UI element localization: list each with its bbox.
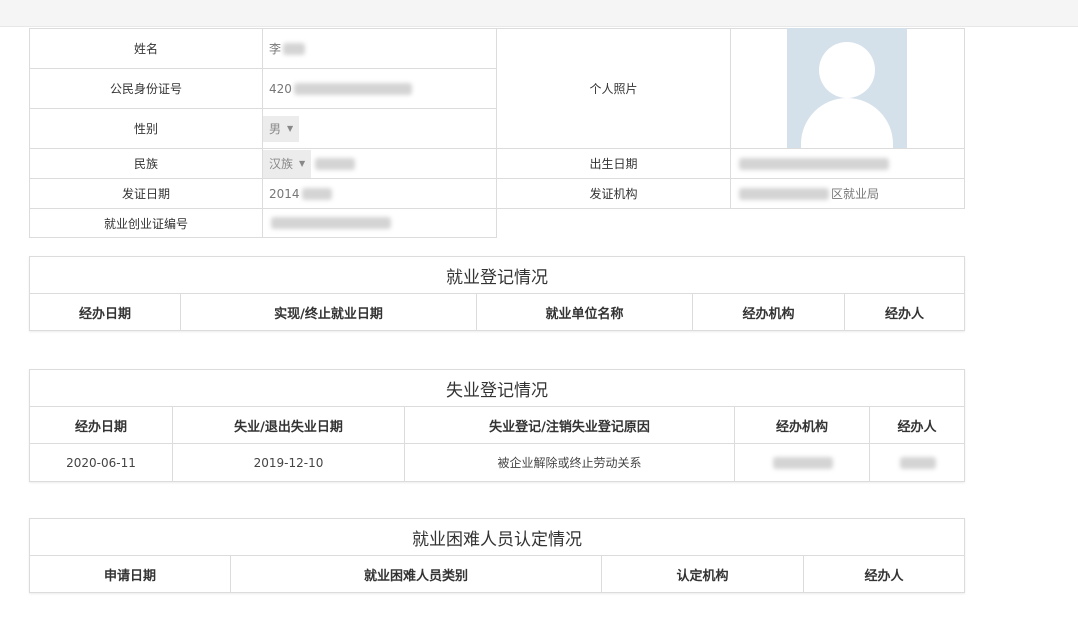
cert-number-label-text: 就业创业证编号 <box>103 216 188 231</box>
gender-label-text: 性别 <box>133 122 158 136</box>
chevron-down-icon: ▼ <box>287 124 294 133</box>
issue-date-value: 2014 <box>269 186 300 201</box>
ethnicity-cell: 汉族 ▼ <box>262 148 497 179</box>
reason-cell: 被企业解除或终止劳动关系 <box>405 444 735 481</box>
redacted-mark <box>315 157 356 170</box>
name-value: 李 <box>269 42 282 56</box>
column-header: 失业/退出失业日期 <box>173 407 405 443</box>
gender-label: 性别 <box>29 108 263 149</box>
name-field[interactable]: 李 <box>262 28 497 69</box>
column-header: 就业单位名称 <box>477 294 693 330</box>
redacted-mark <box>293 82 412 95</box>
redacted-mark <box>739 187 829 200</box>
redacted-mark <box>773 456 833 469</box>
issue-date-field[interactable]: 2014 <box>262 178 497 209</box>
ethnicity-label: 民族 <box>29 148 263 179</box>
issuer-label-text: 发证机构 <box>589 187 638 201</box>
id-number-label-text: 公民身份证号 <box>109 82 182 96</box>
section-title: 失业登记情况 <box>30 370 964 407</box>
name-label-text: 姓名 <box>133 42 158 56</box>
gender-cell: 男 ▼ <box>262 108 497 149</box>
avatar-head <box>819 42 875 98</box>
issue-date-label-text: 发证日期 <box>121 187 170 201</box>
issue-date-label: 发证日期 <box>29 178 263 209</box>
column-header: 经办日期 <box>30 294 181 330</box>
photo-label-text: 个人照片 <box>589 82 638 96</box>
handler-cell <box>870 444 964 481</box>
redacted-mark <box>301 187 332 200</box>
table-row[interactable]: 2020-06-11 2019-12-10 被企业解除或终止劳动关系 <box>30 443 964 481</box>
birth-date-label: 出生日期 <box>496 148 731 179</box>
chevron-down-icon: ▼ <box>299 159 306 168</box>
agency-cell <box>735 444 870 481</box>
id-number-field[interactable]: 420 <box>262 68 497 109</box>
avatar-body <box>801 98 893 149</box>
redacted-mark <box>739 157 889 170</box>
id-number-label: 公民身份证号 <box>29 68 263 109</box>
birth-date-field[interactable] <box>730 148 965 179</box>
column-header: 认定机构 <box>602 556 804 592</box>
table-header-row: 经办日期 实现/终止就业日期 就业单位名称 经办机构 经办人 <box>30 294 964 330</box>
redacted-mark <box>283 42 306 55</box>
ethnicity-label-text: 民族 <box>133 157 158 171</box>
column-header: 经办日期 <box>30 407 173 443</box>
issuer-label: 发证机构 <box>496 178 731 209</box>
unemployment-registration-section: 失业登记情况 经办日期 失业/退出失业日期 失业登记/注销失业登记原因 经办机构… <box>29 369 965 482</box>
section-title: 就业困难人员认定情况 <box>30 519 964 556</box>
cert-number-field[interactable] <box>262 208 497 238</box>
section-title: 就业登记情况 <box>30 257 964 294</box>
issuer-field[interactable]: 区就业局 <box>730 178 965 209</box>
birth-date-label-text: 出生日期 <box>589 157 638 171</box>
column-header: 申请日期 <box>30 556 231 592</box>
cert-number-label: 就业创业证编号 <box>29 208 263 238</box>
employment-difficulty-section: 就业困难人员认定情况 申请日期 就业困难人员类别 认定机构 经办人 <box>29 518 965 593</box>
column-header: 经办人 <box>884 306 924 322</box>
table-header-row: 申请日期 就业困难人员类别 认定机构 经办人 <box>30 556 964 592</box>
ethnicity-value: 汉族 <box>269 157 294 171</box>
column-header: 经办机构 <box>735 407 870 443</box>
unemployment-date-cell: 2019-12-10 <box>173 444 405 481</box>
redacted-mark <box>271 217 391 229</box>
top-bar <box>0 0 1078 27</box>
column-header: 经办机构 <box>693 294 845 330</box>
name-label: 姓名 <box>29 28 263 69</box>
ethnicity-select[interactable]: 汉族 ▼ <box>263 149 312 178</box>
gender-value: 男 <box>269 122 282 136</box>
handling-date-cell: 2020-06-11 <box>30 444 173 481</box>
personal-info-grid: 姓名 李 公民身份证号 420 性别 男 ▼ 个人照片 民族 汉族 ▼ 出生日期 发… <box>29 28 965 238</box>
table-header-row: 经办日期 失业/退出失业日期 失业登记/注销失业登记原因 经办机构 经办人 <box>30 407 964 443</box>
column-header: 实现/终止就业日期 <box>181 294 477 330</box>
column-header: 就业困难人员类别 <box>231 556 602 592</box>
column-header: 经办人 <box>897 419 937 435</box>
redacted-mark <box>900 456 936 469</box>
employment-registration-section: 就业登记情况 经办日期 实现/终止就业日期 就业单位名称 经办机构 经办人 <box>29 256 965 331</box>
avatar-placeholder-icon <box>787 28 907 149</box>
gender-select[interactable]: 男 ▼ <box>263 115 300 142</box>
photo-label: 个人照片 <box>496 28 731 149</box>
column-header: 经办人 <box>864 568 904 584</box>
column-header: 失业登记/注销失业登记原因 <box>405 407 735 443</box>
issuer-value: 区就业局 <box>831 187 880 201</box>
id-number-value: 420 <box>269 81 292 96</box>
